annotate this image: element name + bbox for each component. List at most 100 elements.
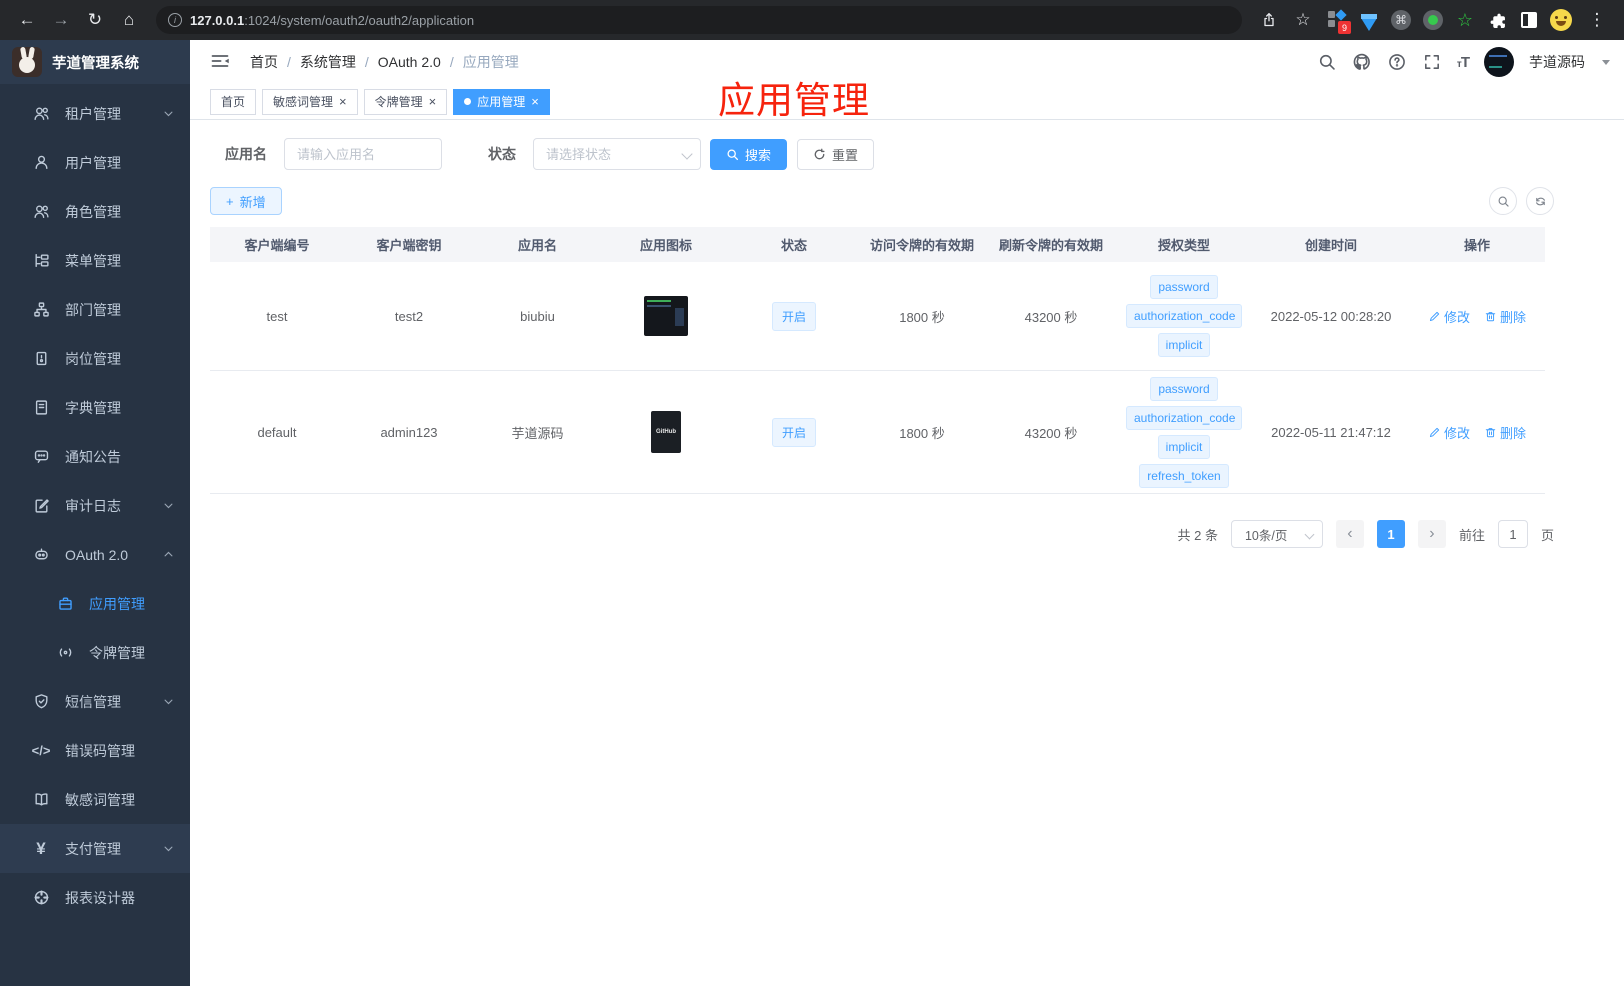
- sidebar-item-menu[interactable]: 菜单管理: [0, 236, 190, 285]
- font-size-icon[interactable]: тT: [1457, 54, 1470, 71]
- notice-icon: [32, 448, 50, 466]
- sidebar-item-report-designer[interactable]: 报表设计器: [0, 873, 190, 922]
- search-icon: [727, 148, 739, 160]
- sidebar-item-dept[interactable]: 部门管理: [0, 285, 190, 334]
- add-button[interactable]: + 新增: [210, 187, 282, 215]
- status-select-input[interactable]: [533, 138, 701, 170]
- close-icon[interactable]: ×: [531, 95, 539, 108]
- cell-app-icon: GitHub: [601, 409, 731, 455]
- delete-link[interactable]: 删除: [1484, 423, 1526, 442]
- cell-app-name: 芋道源码: [511, 425, 564, 441]
- search-form: 应用名 状态 搜索 重置: [225, 138, 1554, 170]
- active-tab-dot: [464, 98, 472, 105]
- next-page-button[interactable]: ›: [1417, 520, 1446, 548]
- sidebar-item-user[interactable]: 用户管理: [0, 138, 190, 187]
- sidebar-item-oauth[interactable]: OAuth 2.0: [0, 530, 190, 579]
- browser-menu-icon[interactable]: ⋮: [1582, 5, 1612, 35]
- close-icon[interactable]: ×: [429, 95, 437, 108]
- status-select[interactable]: [533, 138, 701, 170]
- sidebar-item-notice[interactable]: 通知公告: [0, 432, 190, 481]
- app-name-label: 应用名: [225, 146, 267, 162]
- back-icon[interactable]: ←: [12, 5, 42, 35]
- yen-icon: ¥: [36, 838, 46, 858]
- split-screen-icon[interactable]: [1518, 9, 1540, 31]
- user-icon: [32, 154, 50, 172]
- puzzle-extensions-icon[interactable]: [1486, 9, 1508, 31]
- gem-extension-icon[interactable]: [1358, 9, 1380, 31]
- prev-page-button[interactable]: ‹: [1335, 520, 1364, 548]
- edit-link[interactable]: 修改: [1428, 423, 1470, 442]
- toggle-search-button[interactable]: [1489, 187, 1517, 215]
- extension-badge: 9: [1338, 21, 1351, 34]
- sidebar-item-oauth-application[interactable]: 应用管理: [0, 579, 190, 628]
- trash-icon: [1485, 427, 1496, 437]
- profile-avatar[interactable]: [1550, 9, 1572, 31]
- reload-icon[interactable]: ↻: [80, 5, 110, 35]
- github-icon[interactable]: [1352, 52, 1372, 72]
- fullscreen-icon[interactable]: [1422, 52, 1442, 72]
- close-icon[interactable]: ×: [339, 95, 347, 108]
- goto-page-input[interactable]: [1497, 520, 1528, 548]
- breadcrumb-home[interactable]: 首页: [250, 52, 278, 72]
- recorder-extension-icon[interactable]: [1422, 9, 1444, 31]
- bookmark-star-icon[interactable]: ☆: [1288, 5, 1318, 35]
- sidebar: 芋道管理系统 租户管理 用户管理 角色管理 菜单管理 部门管理 岗位管理 字典管…: [0, 40, 190, 986]
- sidebar-fold-icon[interactable]: [210, 51, 232, 73]
- search-button[interactable]: 搜索: [710, 138, 788, 170]
- browser-toolbar: ← → ↻ ⌂ i 127.0.0.1:1024/system/oauth2/o…: [0, 0, 1624, 40]
- help-icon[interactable]: [1387, 52, 1407, 72]
- app-name-input[interactable]: [284, 138, 442, 170]
- app-logo-band[interactable]: 芋道管理系统: [0, 40, 190, 84]
- sidebar-item-audit-log[interactable]: 审计日志: [0, 481, 190, 530]
- edit-link[interactable]: 修改: [1428, 307, 1470, 326]
- page-content: 应用名 状态 搜索 重置 +: [190, 120, 1624, 548]
- search-icon: [1498, 196, 1509, 207]
- sidebar-item-errorcode[interactable]: </> 错误码管理: [0, 726, 190, 775]
- cell-secret: test2: [394, 308, 424, 324]
- sidebar-item-tenant[interactable]: 租户管理: [0, 89, 190, 138]
- shield-icon: [32, 693, 50, 711]
- page-number-current[interactable]: 1: [1376, 520, 1405, 548]
- chevron-down-icon: [163, 106, 174, 122]
- breadcrumb-system[interactable]: 系统管理: [300, 52, 356, 72]
- tab-token[interactable]: 令牌管理 ×: [363, 88, 448, 115]
- sidebar-item-sms[interactable]: 短信管理: [0, 677, 190, 726]
- star-extension-icon[interactable]: ☆: [1454, 9, 1476, 31]
- robot-icon: [32, 546, 50, 564]
- grant-type-tag: implicit: [1157, 434, 1211, 459]
- share-icon[interactable]: [1254, 5, 1284, 35]
- app-title: 芋道管理系统: [52, 55, 139, 72]
- page-size-select[interactable]: 10条/页: [1230, 520, 1323, 548]
- user-avatar[interactable]: [1484, 47, 1514, 77]
- grid-extension-icon[interactable]: 9: [1326, 9, 1351, 34]
- page-unit-label: 页: [1540, 527, 1554, 543]
- forward-icon[interactable]: →: [46, 5, 76, 35]
- home-icon[interactable]: ⌂: [114, 5, 144, 35]
- user-menu-caret-icon[interactable]: [1602, 59, 1610, 65]
- sidebar-item-oauth-token[interactable]: 令牌管理: [0, 628, 190, 677]
- delete-link[interactable]: 删除: [1484, 307, 1526, 326]
- cell-client-id: test: [266, 308, 288, 324]
- refresh-table-button[interactable]: [1526, 187, 1554, 215]
- pencil-icon: [1429, 427, 1440, 437]
- tab-home[interactable]: 首页: [210, 88, 257, 115]
- tab-application[interactable]: 应用管理 ×: [453, 88, 550, 115]
- reset-button[interactable]: 重置: [797, 138, 875, 170]
- sidebar-item-role[interactable]: 角色管理: [0, 187, 190, 236]
- cell-refresh-validity: 43200 秒: [1024, 309, 1078, 325]
- sidebar-item-sensitive-words[interactable]: 敏感词管理: [0, 775, 190, 824]
- sidebar-item-payment[interactable]: ¥ 支付管理: [0, 824, 190, 873]
- extensions-cluster: 9 ⌘ ☆ ⋮: [1322, 5, 1612, 35]
- search-icon[interactable]: [1317, 52, 1337, 72]
- breadcrumb-oauth[interactable]: OAuth 2.0: [378, 54, 441, 70]
- site-info-icon[interactable]: i: [168, 13, 182, 27]
- top-navbar: 首页 / 系统管理 / OAuth 2.0 / 应用管理 тT 芋道源码: [190, 40, 1624, 84]
- sidebar-item-dict[interactable]: 字典管理: [0, 383, 190, 432]
- cell-operations: 修改 删除: [1409, 421, 1545, 444]
- command-extension-icon[interactable]: ⌘: [1390, 9, 1412, 31]
- goto-label: 前往: [1458, 527, 1485, 543]
- sidebar-item-post[interactable]: 岗位管理: [0, 334, 190, 383]
- address-bar[interactable]: i 127.0.0.1:1024/system/oauth2/oauth2/ap…: [156, 6, 1242, 34]
- tab-sensitive-words[interactable]: 敏感词管理 ×: [262, 88, 358, 115]
- user-name[interactable]: 芋道源码: [1529, 52, 1585, 72]
